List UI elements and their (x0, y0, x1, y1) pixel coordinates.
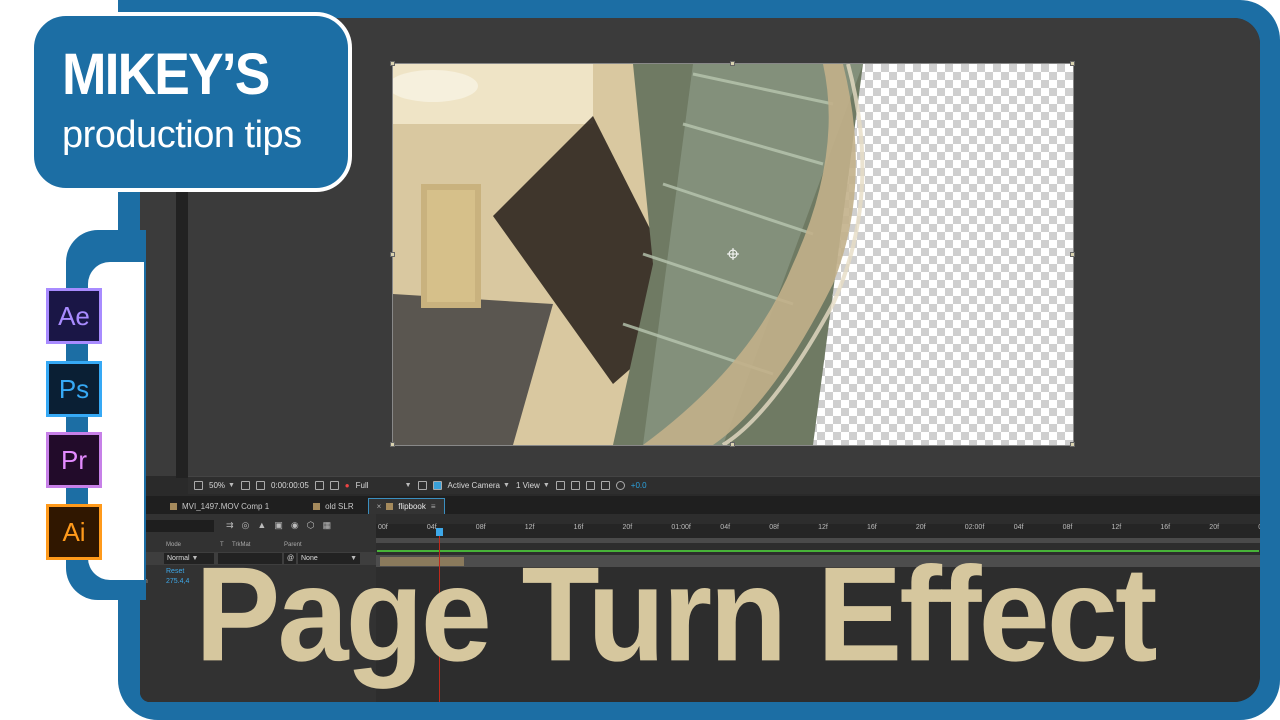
ruler-tick-label: 03:0 (1258, 524, 1260, 531)
tab-label: MVI_1497.MOV Comp 1 (182, 501, 270, 511)
photoshop-icon: Ps (46, 361, 102, 417)
reset-link[interactable]: Reset (166, 568, 184, 575)
chevron-down-icon[interactable]: ▼ (228, 482, 235, 489)
fast-previews-icon[interactable] (570, 481, 580, 490)
illustrator-icon: Ai (46, 504, 102, 560)
handle-bottom-right[interactable] (1070, 442, 1075, 447)
ruler-tick-label: 08f (769, 524, 779, 531)
region-of-interest-icon[interactable] (417, 481, 427, 490)
ruler-tick-label: 16f (1160, 524, 1171, 531)
timecode-display[interactable]: 0:00:00:05 (271, 481, 309, 490)
logo-title: MIKEY’S (62, 42, 270, 107)
fit-icon[interactable] (240, 481, 250, 490)
handle-bottom-left[interactable] (390, 442, 395, 447)
comp-icon (313, 502, 321, 510)
tab-label: flipbook (398, 502, 426, 511)
exposure-value[interactable]: +0.0 (631, 481, 647, 490)
panel-divider (176, 178, 188, 478)
brainstorm-icon[interactable]: ⬡ (307, 520, 315, 531)
tab-flipbook[interactable]: × flipbook ≡ (367, 498, 445, 514)
chevron-down-icon[interactable]: ▼ (503, 482, 510, 489)
mode-column-header: Mode (166, 542, 182, 548)
ruler-tick-label: 01:00f (671, 524, 691, 531)
tab-menu-icon[interactable]: ≡ (431, 502, 436, 511)
close-icon[interactable]: × (377, 502, 382, 511)
ruler-tick-label: 02:00f (964, 524, 985, 531)
graph-editor-icon[interactable]: ▦ (323, 520, 332, 531)
handle-bottom-mid[interactable] (730, 442, 735, 447)
time-ruler[interactable]: 00f 04f 08f 12f 16f 20f 01:00f 04f 08f 12f 16f 20f 0… (376, 524, 1260, 538)
ruler-tick-label: 08f (475, 524, 486, 531)
timeline-icon[interactable] (585, 481, 595, 490)
chevron-down-icon[interactable]: ▼ (543, 482, 550, 489)
handle-mid-right[interactable] (1070, 252, 1075, 257)
timeline-tab-bar: MVI_1497.MOV Comp 1 old SLR × flipbook ≡ (140, 496, 1260, 514)
ruler-tick-label: 12f (524, 524, 535, 531)
flowchart-icon[interactable] (600, 481, 610, 490)
ruler-tick-label: 16f (573, 524, 584, 531)
always-preview-icon[interactable] (194, 481, 203, 490)
current-time-indicator-head[interactable] (436, 528, 443, 536)
frame-blending-icon[interactable]: ▣ (274, 520, 283, 531)
comp-icon (386, 503, 394, 510)
timeline-search-input[interactable] (140, 520, 214, 532)
draft-3d-icon[interactable]: ◎ (242, 520, 250, 531)
tab-old-slr[interactable]: old SLR (283, 498, 367, 514)
tab-mvi-comp[interactable]: MVI_1497.MOV Comp 1 (140, 498, 283, 514)
tab-label: old SLR (325, 501, 354, 511)
snapshot-icon[interactable] (314, 481, 324, 490)
camera-dropdown[interactable]: Active Camera (448, 481, 500, 490)
ruler-tick-label: 20f (915, 524, 926, 531)
hide-shy-layers-icon[interactable]: ▲ (257, 520, 266, 531)
transparency-grid-icon[interactable] (432, 481, 442, 490)
handle-top-mid[interactable] (730, 61, 735, 66)
app-icon-column: Ae Ps Pr Ai (0, 190, 146, 610)
ruler-tick-label: 04f (720, 524, 731, 531)
motion-blur-icon[interactable]: ◉ (291, 520, 299, 531)
blend-mode-value: Normal (167, 555, 190, 562)
timeline-switches: ⇉ ◎ ▲ ▣ ◉ ⬡ ▦ (226, 520, 331, 531)
video-title: Page Turn Effect (195, 539, 1158, 690)
ruler-tick-label: 04f (1013, 524, 1024, 531)
channel-logo: MIKEY’S production tips (30, 12, 352, 192)
ruler-tick-label: 00f (378, 524, 388, 531)
ruler-tick-label: 20f (1209, 524, 1220, 531)
ruler-tick-label: 12f (1111, 524, 1122, 531)
position-value[interactable]: 275.4,4 (166, 578, 189, 585)
channels-icon[interactable]: ● (345, 481, 350, 490)
after-effects-icon: Ae (46, 288, 102, 344)
composition-canvas[interactable] (390, 61, 1075, 447)
ruler-tick-label: 20f (622, 524, 633, 531)
safe-margins-icon[interactable] (255, 481, 265, 490)
chevron-down-icon[interactable]: ▼ (405, 482, 412, 489)
reset-exposure-icon[interactable] (615, 481, 625, 490)
ruler-tick-label: 16f (867, 524, 877, 531)
zoom-dropdown[interactable]: 50% (209, 481, 225, 490)
handle-top-right[interactable] (1070, 61, 1075, 66)
ruler-tick-label: 12f (818, 524, 828, 531)
show-snapshot-icon[interactable] (329, 481, 339, 490)
handle-mid-left[interactable] (390, 252, 395, 257)
view-layout-dropdown[interactable]: 1 View (516, 481, 540, 490)
resolution-dropdown[interactable]: Full (356, 481, 402, 490)
viewer-toolbar: 50% ▼ 0:00:00:05 ● Full ▼ Active Camera ▼ 1… (188, 476, 1260, 494)
page-turn-preview (393, 64, 865, 445)
ruler-tick-label: 08f (1062, 524, 1073, 531)
composition-mini-flowchart-icon[interactable]: ⇉ (226, 520, 234, 531)
toggle-pixel-aspect-icon[interactable] (555, 481, 565, 490)
logo-subtitle: production tips (62, 114, 302, 156)
comp-icon (170, 502, 177, 510)
premiere-icon: Pr (46, 432, 102, 488)
handle-top-left[interactable] (390, 61, 395, 66)
